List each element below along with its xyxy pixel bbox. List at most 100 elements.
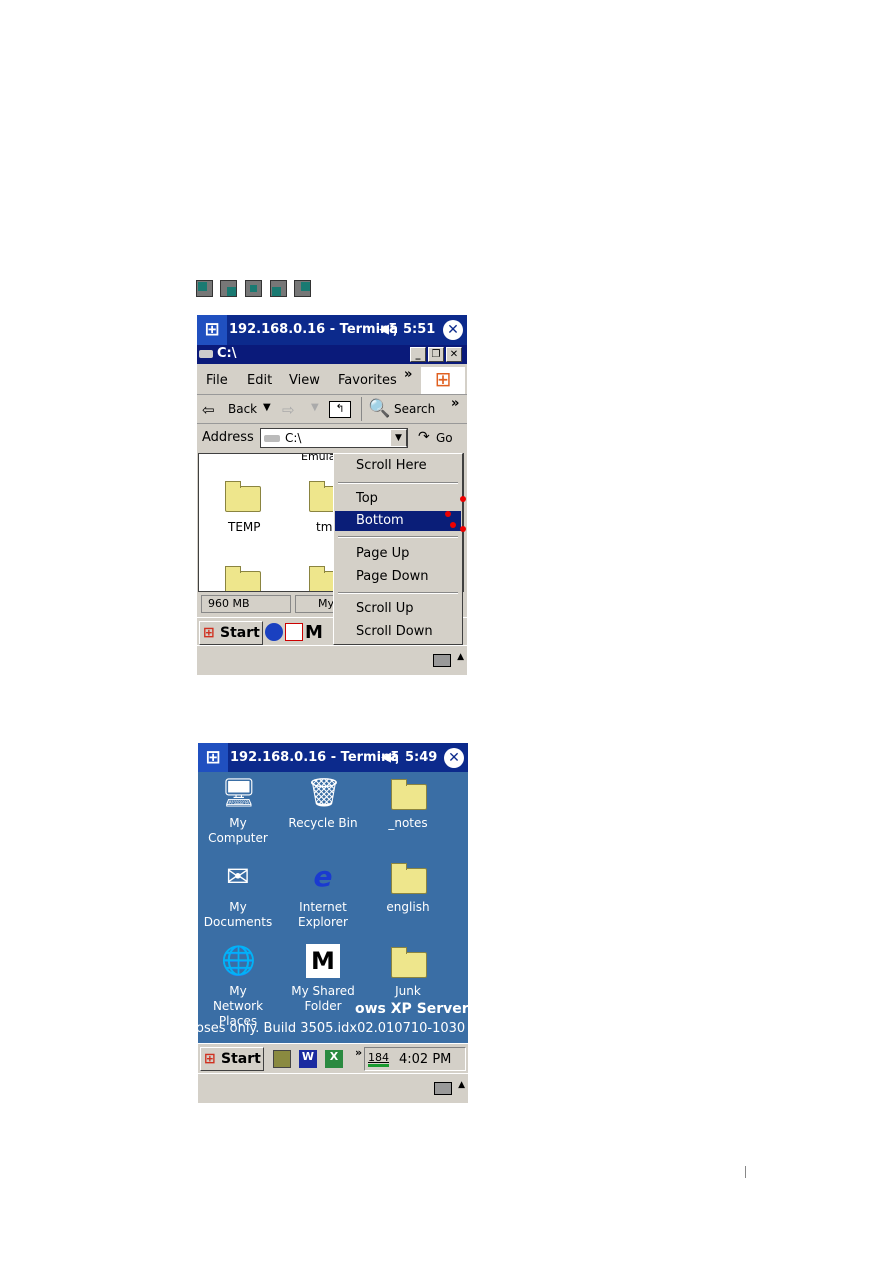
toolbar: ⇦ Back ▼ ⇨ ▼ ↰ 🔍 Search » xyxy=(197,395,467,424)
title-bar: ⊞ 192.168.0.16 - Termina ◀ξ 5:49 ✕ xyxy=(198,743,468,773)
back-dropdown-icon[interactable]: ▼ xyxy=(263,402,271,413)
desktop-icon-my-documents[interactable]: ✉ My Documents xyxy=(198,860,278,930)
wallpaper-text: ows XP Server xyxy=(355,1001,468,1017)
icon-label: _notes xyxy=(388,816,428,830)
search-icon[interactable]: 🔍 xyxy=(368,398,390,419)
close-window-button[interactable]: ✕ xyxy=(446,347,462,362)
menu-item-scroll-here[interactable]: Scroll Here xyxy=(335,456,461,476)
desktop-icon-recycle-bin[interactable]: 🗑 Recycle Bin xyxy=(283,776,363,831)
scroll-top-right-icon xyxy=(270,280,287,297)
close-icon[interactable]: ✕ xyxy=(443,320,463,340)
input-arrow-up-icon[interactable]: ▲ xyxy=(458,1080,465,1090)
close-icon[interactable]: ✕ xyxy=(444,748,464,768)
icon-label: Internet Explorer xyxy=(298,900,348,929)
desktop-icon-junk[interactable]: Junk xyxy=(368,944,448,999)
go-button[interactable]: Go xyxy=(436,431,453,445)
keyboard-icon[interactable] xyxy=(434,1082,452,1095)
more-chevron-icon[interactable]: » xyxy=(404,367,412,382)
desktop-icon-my-computer[interactable]: 🖥 My Computer xyxy=(198,776,278,846)
minimize-button[interactable]: _ xyxy=(410,347,426,362)
start-button[interactable]: ⊞ Start xyxy=(200,1047,264,1071)
menu-file[interactable]: File xyxy=(206,373,228,388)
windows-logo-icon[interactable]: ⊞ xyxy=(197,315,227,345)
address-input[interactable]: C:\ ▼ xyxy=(260,428,408,448)
menu-item-page-up[interactable]: Page Up xyxy=(335,544,461,564)
menu-separator xyxy=(338,482,458,484)
menu-separator xyxy=(338,592,458,594)
app-icon[interactable] xyxy=(285,623,303,641)
tray-counter: 184 xyxy=(368,1051,389,1067)
search-button[interactable]: Search xyxy=(394,402,435,416)
screenshot-desktop: ⊞ 192.168.0.16 - Termina ◀ξ 5:49 ✕ 🖥 My C… xyxy=(198,743,468,1103)
folder-icon[interactable] xyxy=(225,566,261,591)
window-title: C:\ xyxy=(217,346,237,361)
menu-item-scroll-up[interactable]: Scroll Up xyxy=(335,599,461,619)
status-my: My xyxy=(318,597,335,610)
back-button[interactable]: Back xyxy=(228,402,257,416)
up-folder-icon[interactable]: ↰ xyxy=(329,401,351,418)
forward-dropdown-icon[interactable]: ▼ xyxy=(311,402,319,413)
toolbar-more-icon[interactable]: » xyxy=(451,396,459,411)
icon-label: My Shared Folder xyxy=(291,984,355,1013)
status-size: 960 MB xyxy=(201,595,291,613)
forward-arrow-icon[interactable]: ⇨ xyxy=(282,401,295,419)
excel-icon[interactable]: X xyxy=(325,1050,343,1068)
tray-more-icon[interactable]: » xyxy=(355,1046,362,1059)
menu-favorites[interactable]: Favorites xyxy=(338,373,397,388)
menu-view[interactable]: View xyxy=(289,373,320,388)
input-bar: ▲ xyxy=(198,1073,468,1103)
clock: 5:51 xyxy=(403,322,436,337)
address-dropdown-icon[interactable]: ▼ xyxy=(390,429,407,447)
tap-dot xyxy=(460,526,466,532)
desktop-icon-notes[interactable]: _notes xyxy=(368,776,448,831)
volume-icon[interactable]: ◀ξ xyxy=(381,750,399,765)
drive-icon xyxy=(199,350,213,358)
tap-dot xyxy=(450,522,456,528)
icon-label: My Computer xyxy=(208,816,268,845)
start-button[interactable]: ⊞ Start xyxy=(199,621,263,645)
menu-item-top[interactable]: Top xyxy=(335,489,461,509)
recycle-bin-icon: 🗑 xyxy=(306,776,342,809)
m-app-icon[interactable]: M xyxy=(305,622,323,643)
folder-icon xyxy=(391,944,427,978)
desktop-icon-internet-explorer[interactable]: e Internet Explorer xyxy=(283,860,363,930)
aim-icon[interactable] xyxy=(265,623,283,641)
title-text: 192.168.0.16 - Termina xyxy=(229,322,399,337)
folder-icon[interactable] xyxy=(225,481,261,512)
icon-label: Recycle Bin xyxy=(288,816,358,830)
scroll-center-icon xyxy=(245,280,262,297)
start-label: Start xyxy=(220,625,260,641)
word-icon[interactable]: W xyxy=(299,1050,317,1068)
menu-edit[interactable]: Edit xyxy=(247,373,272,388)
icon-label: Junk xyxy=(395,984,421,998)
desktop-icon-my-shared-folder[interactable]: M My Shared Folder xyxy=(283,944,363,1014)
tap-dot xyxy=(445,511,451,517)
menu-item-scroll-down[interactable]: Scroll Down xyxy=(335,622,461,642)
file-label: Emula xyxy=(301,453,336,463)
scheduler-icon[interactable] xyxy=(273,1050,291,1068)
input-bar: ▲ xyxy=(197,645,467,675)
desktop-icon-my-network-places[interactable]: 🌐 My Network Places xyxy=(198,944,278,1029)
folder-icon xyxy=(391,860,427,894)
scroll-bottom-right-icon xyxy=(294,280,311,297)
menu-item-bottom[interactable]: Bottom xyxy=(335,511,461,531)
volume-icon[interactable]: ◀ξ xyxy=(379,322,397,337)
input-arrow-up-icon[interactable]: ▲ xyxy=(457,652,464,662)
file-label-temp[interactable]: TEMP xyxy=(228,520,261,534)
desktop-icon-english[interactable]: english xyxy=(368,860,448,915)
restore-button[interactable]: ❐ xyxy=(428,347,444,362)
back-arrow-icon[interactable]: ⇦ xyxy=(202,401,215,419)
computer-icon: 🖥 xyxy=(221,776,257,809)
drive-icon xyxy=(264,435,280,442)
taskbar: ⊞ Start W X » 184 4:02 PM xyxy=(198,1043,468,1073)
context-menu: Scroll Here Top Bottom Page Up Page Down… xyxy=(333,453,463,645)
menu-item-page-down[interactable]: Page Down xyxy=(335,567,461,587)
title-bar: ⊞ 192.168.0.16 - Termina ◀ξ 5:51 ✕ xyxy=(197,315,467,345)
windows-flag-icon: ⊞ xyxy=(421,367,465,394)
keyboard-icon[interactable] xyxy=(433,654,451,667)
address-bar: Address C:\ ▼ ↷ Go xyxy=(197,424,467,453)
go-arrow-icon[interactable]: ↷ xyxy=(418,429,430,445)
address-value: C:\ xyxy=(285,431,302,445)
windows-logo-icon[interactable]: ⊞ xyxy=(198,743,228,773)
title-text: 192.168.0.16 - Termina xyxy=(230,750,400,765)
